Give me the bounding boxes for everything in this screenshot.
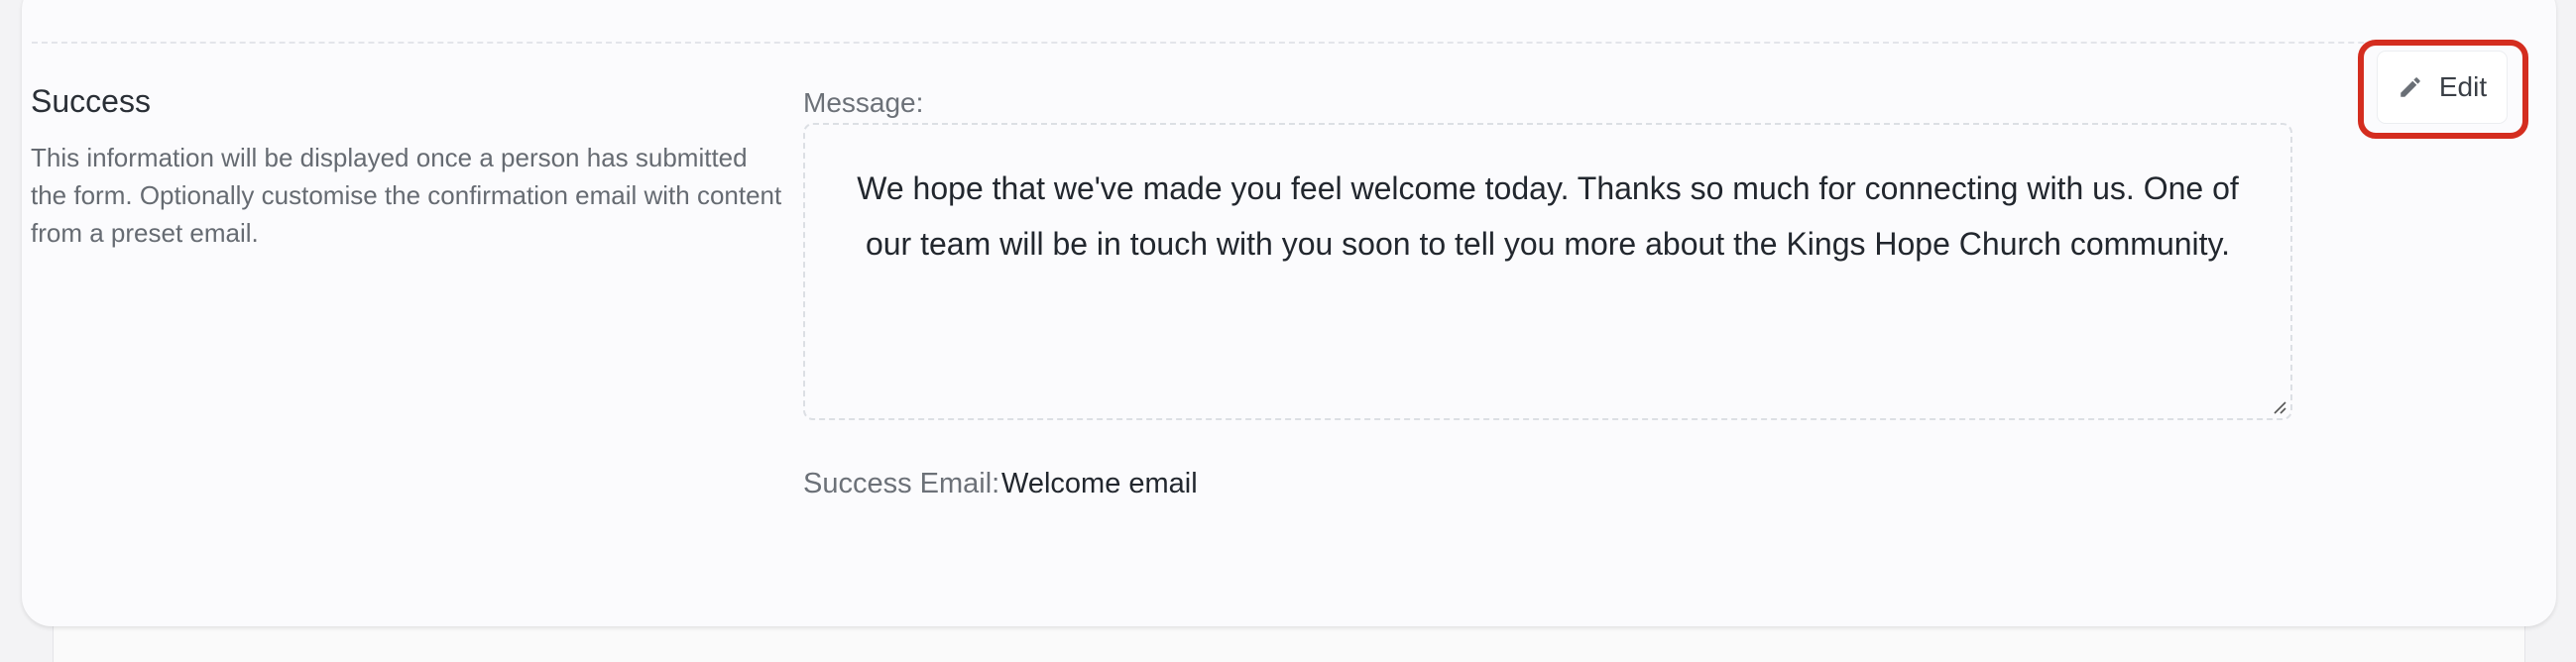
section-description: This information will be displayed once … — [31, 143, 782, 248]
message-textarea[interactable]: We hope that we've made you feel welcome… — [803, 123, 2292, 420]
success-email-value: Welcome email — [1001, 468, 1198, 499]
section-title: Success — [31, 83, 151, 119]
success-email-label: Success Email: — [803, 468, 1000, 499]
card-bottom-strip — [53, 622, 2525, 662]
edit-button-label: Edit — [2438, 71, 2488, 102]
section-divider — [32, 42, 2503, 44]
message-text: We hope that we've made you feel welcome… — [857, 170, 2239, 262]
resize-handle-icon[interactable] — [2273, 400, 2286, 414]
message-label: Message: — [803, 87, 924, 118]
edit-button[interactable]: Edit — [2378, 52, 2507, 123]
pencil-icon — [2400, 77, 2420, 97]
